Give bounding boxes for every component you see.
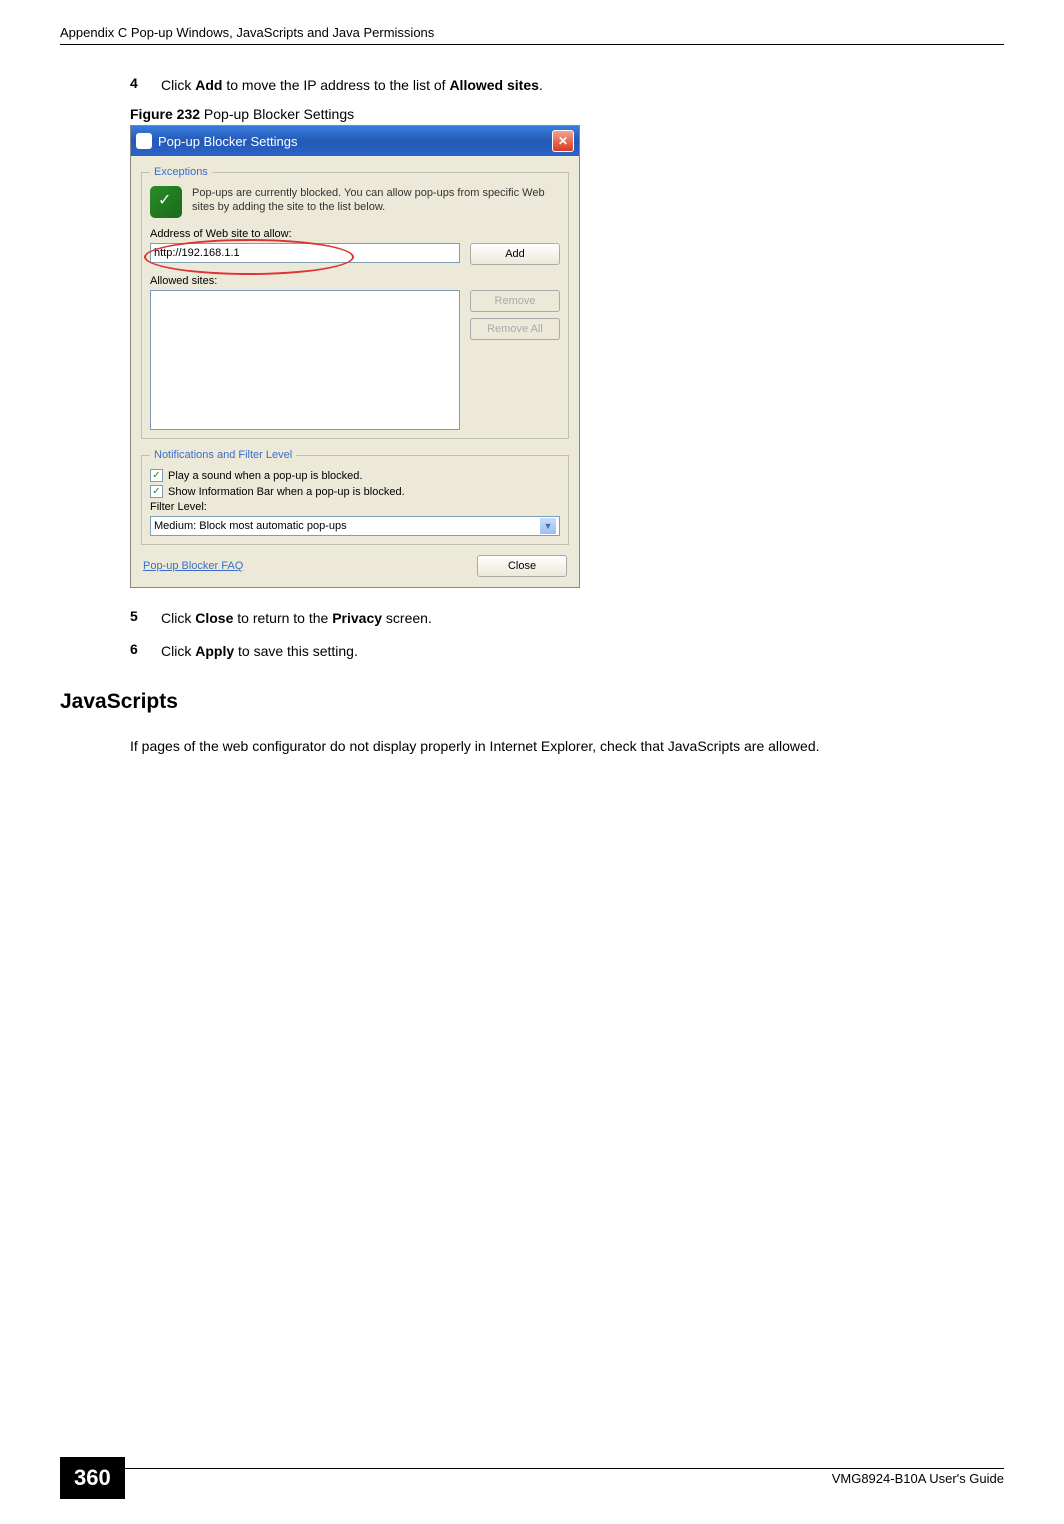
chevron-down-icon: ▼ <box>540 518 556 534</box>
step-bold: Privacy <box>332 610 382 626</box>
remove-all-button: Remove All <box>470 318 560 340</box>
faq-link[interactable]: Pop-up Blocker FAQ <box>143 560 243 572</box>
sound-checkbox-label: Play a sound when a pop-up is blocked. <box>168 470 362 482</box>
figure-label: Figure 232 <box>130 106 200 122</box>
filter-level-value: Medium: Block most automatic pop-ups <box>154 520 347 532</box>
globe-check-icon <box>150 186 182 218</box>
page-number: 360 <box>60 1457 125 1499</box>
javascripts-heading: JavaScripts <box>60 690 1004 714</box>
step-text-part: to move the IP address to the list of <box>222 77 449 93</box>
notifications-legend: Notifications and Filter Level <box>150 449 296 461</box>
allowed-sites-label: Allowed sites: <box>150 275 560 287</box>
address-label: Address of Web site to allow: <box>150 228 560 240</box>
allowed-sites-listbox[interactable] <box>150 290 460 430</box>
step-number: 4 <box>130 75 146 96</box>
dialog-titlebar: Pop-up Blocker Settings ✕ <box>131 126 579 156</box>
step-number: 6 <box>130 641 146 662</box>
figure-caption-text: Pop-up Blocker Settings <box>200 106 354 122</box>
step-text-part: to return to the <box>233 610 332 626</box>
footer-guide-text: VMG8924-B10A User's Guide <box>832 1471 1004 1486</box>
step-text-part: to save this setting. <box>234 643 358 659</box>
address-input[interactable] <box>150 243 460 263</box>
dialog-icon <box>136 133 152 149</box>
close-icon[interactable]: ✕ <box>552 130 574 152</box>
step-text: Click Close to return to the Privacy scr… <box>161 608 432 629</box>
popup-blocker-dialog: Pop-up Blocker Settings ✕ Exceptions Pop… <box>130 125 580 588</box>
exceptions-fieldset: Exceptions Pop-ups are currently blocked… <box>141 166 569 439</box>
remove-button: Remove <box>470 290 560 312</box>
exceptions-legend: Exceptions <box>150 166 212 178</box>
step-bold: Close <box>195 610 233 626</box>
step-text-part: screen. <box>382 610 432 626</box>
filter-level-select[interactable]: Medium: Block most automatic pop-ups ▼ <box>150 516 560 536</box>
exceptions-text: Pop-ups are currently blocked. You can a… <box>192 186 560 218</box>
add-button[interactable]: Add <box>470 243 560 265</box>
step-text: Click Apply to save this setting. <box>161 641 358 662</box>
infobar-checkbox-label: Show Information Bar when a pop-up is bl… <box>168 486 405 498</box>
dialog-title: Pop-up Blocker Settings <box>158 134 546 149</box>
javascripts-paragraph: If pages of the web configurator do not … <box>130 736 1004 757</box>
filter-level-label: Filter Level: <box>150 501 560 513</box>
step-text-part: Click <box>161 77 195 93</box>
step-bold: Allowed sites <box>449 77 538 93</box>
step-text: Click Add to move the IP address to the … <box>161 75 543 96</box>
step-text-part: Click <box>161 643 195 659</box>
step-bold: Apply <box>195 643 234 659</box>
step-text-part: . <box>539 77 543 93</box>
step-bold: Add <box>195 77 222 93</box>
figure-caption: Figure 232 Pop-up Blocker Settings <box>130 106 1004 122</box>
sound-checkbox[interactable]: ✓ <box>150 469 163 482</box>
header-left: Appendix C Pop-up Windows, JavaScripts a… <box>60 25 434 40</box>
notifications-fieldset: Notifications and Filter Level ✓ Play a … <box>141 449 569 545</box>
step-text-part: Click <box>161 610 195 626</box>
close-button[interactable]: Close <box>477 555 567 577</box>
step-number: 5 <box>130 608 146 629</box>
infobar-checkbox[interactable]: ✓ <box>150 485 163 498</box>
